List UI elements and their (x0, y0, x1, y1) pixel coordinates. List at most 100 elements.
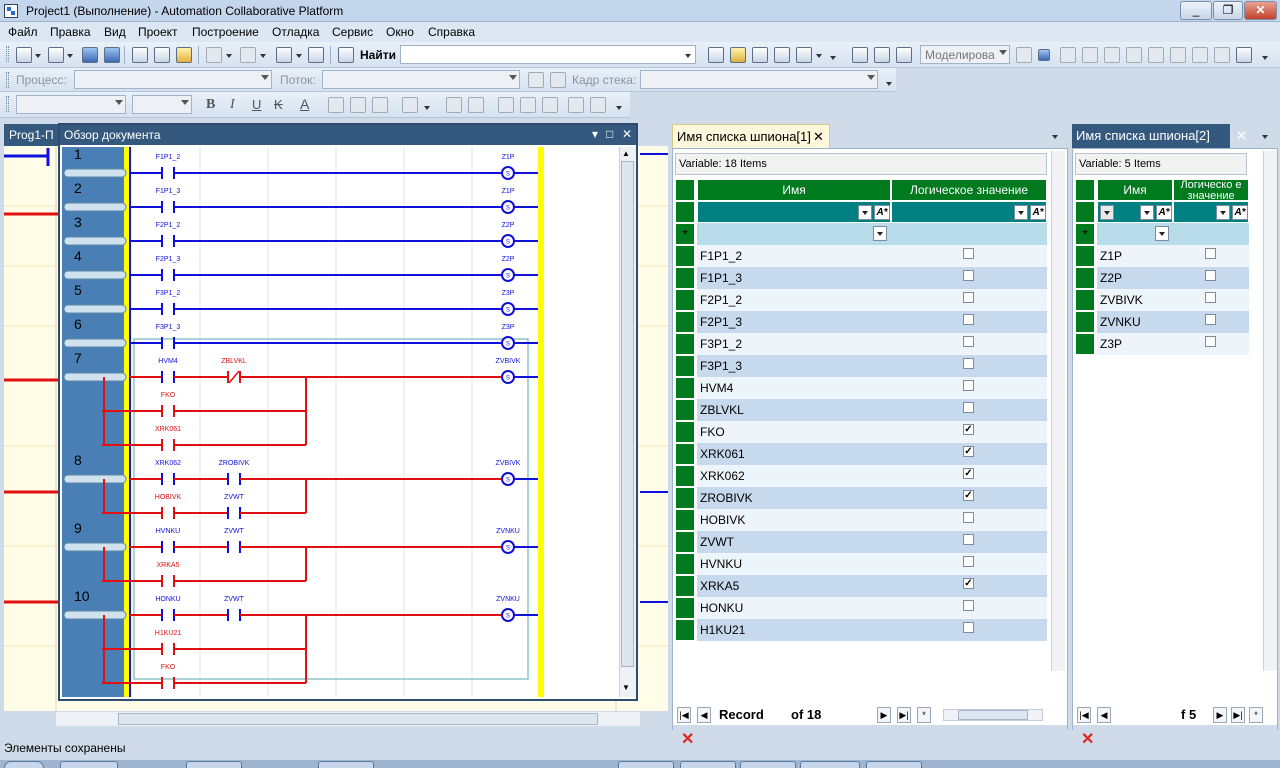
chevron-down-icon[interactable] (858, 205, 872, 220)
bold-button[interactable]: B (206, 97, 215, 113)
find-icon[interactable] (338, 47, 354, 63)
checkbox[interactable] (963, 622, 974, 633)
text-filter-icon[interactable]: A* (1232, 205, 1248, 220)
variable-name-cell[interactable]: F2P1_2 (697, 289, 891, 311)
settings-icon[interactable] (1236, 47, 1252, 63)
chevron-down-icon[interactable] (873, 226, 887, 241)
close-icon[interactable]: ✕ (813, 129, 824, 145)
process-select[interactable] (74, 70, 272, 89)
tab-prog1[interactable]: Prog1-П (4, 124, 60, 146)
navigate-forward-icon[interactable] (308, 47, 324, 63)
checkbox[interactable] (963, 336, 974, 347)
new-row-value-cell[interactable] (1173, 223, 1249, 245)
column-header-name[interactable]: Имя (697, 179, 891, 201)
chevron-down-icon[interactable] (1140, 205, 1154, 220)
new-row-name-cell[interactable] (1097, 223, 1173, 245)
checkbox[interactable] (1205, 314, 1216, 325)
pen-icon[interactable] (446, 97, 462, 113)
properties-icon[interactable] (752, 47, 768, 63)
delete-icon[interactable]: ✕ (681, 729, 694, 749)
chevron-down-icon[interactable] (260, 54, 266, 58)
text-filter-icon[interactable]: A* (874, 205, 890, 220)
row-header[interactable] (1075, 245, 1095, 267)
chevron-down-icon[interactable] (1216, 205, 1230, 220)
variable-name-cell[interactable]: ZVNKU (1097, 311, 1173, 333)
chevron-down-icon[interactable] (816, 54, 822, 58)
find-input[interactable] (400, 45, 696, 64)
variable-name-cell[interactable]: HONKU (697, 597, 891, 619)
filter-icon[interactable] (1100, 205, 1114, 220)
group-icon[interactable] (542, 97, 558, 113)
checkbox[interactable] (1205, 292, 1216, 303)
row-header[interactable] (675, 553, 695, 575)
menu-help[interactable]: Справка (428, 25, 475, 39)
undo-icon[interactable] (206, 47, 222, 63)
new-record-button[interactable]: * (917, 707, 931, 723)
value-filter-cell[interactable]: A* (1173, 201, 1249, 223)
registers-icon[interactable] (1192, 47, 1208, 63)
menu-file[interactable]: Файл (8, 25, 38, 39)
row-header[interactable] (1075, 311, 1095, 333)
row-header[interactable] (675, 575, 695, 597)
calendar-icon[interactable] (874, 47, 890, 63)
checkbox[interactable] (963, 534, 974, 545)
scroll-thumb[interactable] (621, 161, 634, 667)
navigate-back-icon[interactable] (276, 47, 292, 63)
chevron-down-icon[interactable] (1052, 135, 1058, 139)
taskbar-item[interactable] (318, 761, 374, 768)
row-header[interactable] (675, 289, 695, 311)
toolbar-overflow-icon[interactable] (830, 56, 836, 60)
variable-name-cell[interactable]: ZROBIVK (697, 487, 891, 509)
prev-record-button[interactable]: ◀ (697, 707, 711, 723)
extensions-icon[interactable] (796, 47, 812, 63)
checkbox-checked[interactable]: ✓ (963, 490, 974, 501)
watch-icon[interactable] (1148, 47, 1164, 63)
tab-spy-list-2[interactable]: Имя списка шпиона[2] ✕ (1072, 124, 1247, 148)
new-record-button[interactable]: * (1249, 707, 1263, 723)
monitor-icon[interactable] (896, 47, 912, 63)
chevron-down-icon[interactable] (226, 54, 232, 58)
chevron-down-icon[interactable] (1262, 135, 1268, 139)
taskbar-item[interactable] (740, 761, 796, 768)
font-color-button[interactable]: A (300, 96, 309, 112)
cut-icon[interactable] (132, 47, 148, 63)
add-item-icon[interactable] (48, 47, 64, 63)
stream-select[interactable] (322, 70, 520, 89)
row-header[interactable] (675, 377, 695, 399)
scroll-thumb[interactable] (118, 713, 598, 725)
checkbox-checked[interactable]: ✓ (963, 578, 974, 589)
row-header[interactable] (675, 531, 695, 553)
breakpoint-icon[interactable] (1126, 47, 1142, 63)
restore-button[interactable]: ❐ (1213, 1, 1243, 20)
row-header[interactable] (675, 465, 695, 487)
stack-frame-select[interactable] (640, 70, 878, 89)
grid-vertical-scrollbar[interactable] (1051, 151, 1065, 671)
toolbar-overflow-icon[interactable] (1262, 56, 1268, 60)
vertical-scrollbar[interactable]: ▲ ▼ (619, 147, 636, 697)
taskbar-item[interactable] (618, 761, 674, 768)
menu-view[interactable]: Вид (104, 25, 126, 39)
step-out-icon[interactable] (1104, 47, 1120, 63)
variable-name-cell[interactable]: XRKA5 (697, 575, 891, 597)
variable-name-cell[interactable]: H1KU21 (697, 619, 891, 641)
variable-name-cell[interactable]: ZVWT (697, 531, 891, 553)
memory-icon[interactable] (1170, 47, 1186, 63)
variable-name-cell[interactable]: HVM4 (697, 377, 891, 399)
toolbox-icon[interactable] (774, 47, 790, 63)
row-header[interactable] (675, 509, 695, 531)
chevron-down-icon[interactable] (424, 106, 430, 110)
start-icon[interactable] (1016, 47, 1032, 63)
row-header[interactable] (675, 421, 695, 443)
filter-icon[interactable] (550, 72, 566, 88)
variable-name-cell[interactable]: FKO (697, 421, 891, 443)
variable-name-cell[interactable]: ZVBIVK (1097, 289, 1173, 311)
close-icon[interactable]: ✕ (622, 127, 632, 141)
column-header-value[interactable]: Логическо е значение (1173, 179, 1249, 201)
menu-window[interactable]: Окно (386, 25, 414, 39)
threads-icon[interactable] (1214, 47, 1230, 63)
checkbox[interactable] (1205, 248, 1216, 259)
checkbox[interactable] (1205, 270, 1216, 281)
name-filter-cell[interactable]: A* (697, 201, 891, 223)
row-header[interactable] (675, 619, 695, 641)
checkbox[interactable] (963, 248, 974, 259)
